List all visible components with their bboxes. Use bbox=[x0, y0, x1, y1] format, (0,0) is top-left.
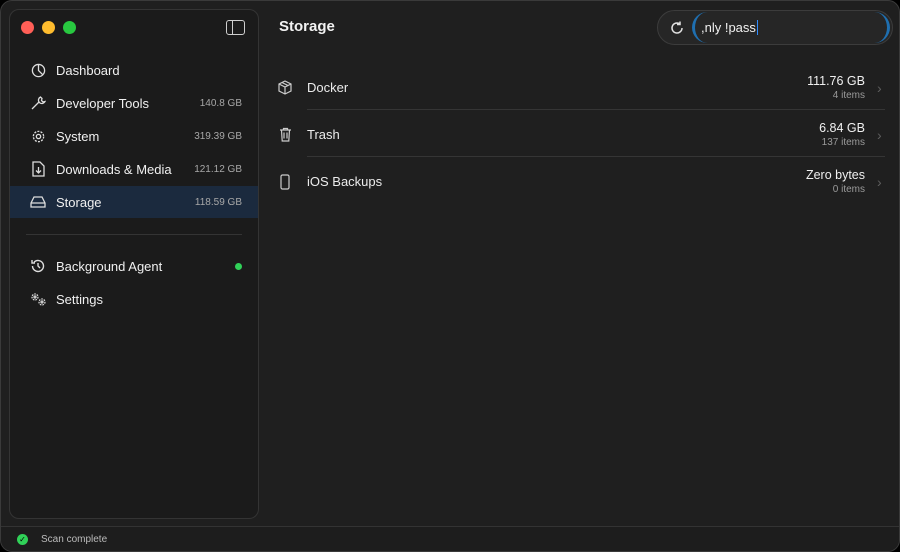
refresh-icon bbox=[671, 21, 683, 34]
hard-drive-icon bbox=[29, 193, 47, 211]
sidebar-item-label: Downloads & Media bbox=[56, 161, 172, 177]
text-caret bbox=[756, 20, 759, 35]
row-count: 0 items bbox=[832, 184, 865, 195]
row-count: 137 items bbox=[821, 137, 865, 148]
pie-chart-icon bbox=[29, 61, 47, 79]
minimize-button[interactable] bbox=[42, 21, 55, 34]
sidebar-divider bbox=[26, 234, 242, 235]
storage-row-trash[interactable]: Trash 6.84 GB 137 items › bbox=[277, 111, 885, 158]
gear-icon bbox=[29, 127, 47, 145]
row-size: 6.84 GB bbox=[819, 121, 865, 135]
sidebar-item-system[interactable]: System 319.39 GB bbox=[10, 120, 258, 152]
sidebar: Dashboard Developer Tools 140.8 GB Syste… bbox=[9, 9, 259, 519]
row-count: 4 items bbox=[832, 90, 865, 101]
row-divider bbox=[307, 109, 885, 110]
sidebar-item-label: Developer Tools bbox=[56, 95, 149, 111]
document-download-icon bbox=[29, 160, 47, 178]
sidebar-item-size: 118.59 GB bbox=[194, 196, 242, 208]
sidebar-item-size: 140.8 GB bbox=[199, 97, 242, 109]
row-divider bbox=[307, 156, 885, 157]
status-text: Scan complete bbox=[41, 533, 108, 545]
chevron-right-icon: › bbox=[877, 79, 882, 96]
checkmark-icon: ✓ bbox=[17, 533, 28, 545]
wrench-icon bbox=[29, 94, 47, 112]
storage-row-ios-backups[interactable]: iOS Backups Zero bytes 0 items › bbox=[277, 158, 885, 205]
sidebar-item-label: Dashboard bbox=[56, 62, 120, 78]
clock-history-icon bbox=[29, 257, 47, 275]
row-name: iOS Backups bbox=[307, 174, 383, 189]
box-icon bbox=[277, 80, 293, 95]
sidebar-item-downloads-media[interactable]: Downloads & Media 121.12 GB bbox=[10, 153, 258, 185]
sidebar-item-background-agent[interactable]: Background Agent bbox=[10, 250, 258, 282]
agent-status-dot bbox=[235, 262, 242, 270]
sidebar-item-size: 319.39 GB bbox=[194, 130, 242, 142]
sidebar-item-label: Background Agent bbox=[56, 258, 163, 274]
sidebar-item-size: 121.12 GB bbox=[194, 163, 242, 175]
refresh-button[interactable] bbox=[662, 20, 692, 36]
iphone-icon bbox=[277, 173, 293, 190]
row-size: Zero bytes bbox=[805, 168, 865, 182]
gears-icon bbox=[29, 290, 47, 308]
sidebar-item-developer-tools[interactable]: Developer Tools 140.8 GB bbox=[10, 87, 258, 119]
window-controls bbox=[21, 21, 76, 34]
storage-row-docker[interactable]: Docker 111.76 GB 4 items › bbox=[277, 64, 885, 111]
sidebar-item-dashboard[interactable]: Dashboard bbox=[10, 54, 258, 86]
sidebar-item-storage[interactable]: Storage 118.59 GB bbox=[10, 186, 258, 218]
row-name: Docker bbox=[307, 80, 349, 95]
sidebar-item-label: Settings bbox=[56, 291, 103, 307]
sidebar-item-label: Storage bbox=[56, 194, 102, 210]
status-bar: ✓ Scan complete bbox=[1, 526, 899, 551]
close-button[interactable] bbox=[21, 21, 34, 34]
chevron-right-icon: › bbox=[877, 126, 882, 143]
row-size: 111.76 GB bbox=[807, 74, 865, 88]
sidebar-item-settings[interactable]: Settings bbox=[10, 283, 258, 315]
search-input[interactable]: ,nly !pass bbox=[692, 12, 890, 43]
row-name: Trash bbox=[307, 127, 340, 142]
trash-icon bbox=[277, 127, 293, 142]
sidebar-toggle-icon[interactable] bbox=[226, 20, 245, 35]
app-window: Dashboard Developer Tools 140.8 GB Syste… bbox=[0, 0, 900, 552]
search-bar: ,nly !pass bbox=[657, 10, 893, 45]
search-input-value: ,nly !pass bbox=[701, 20, 756, 35]
page-title: Storage bbox=[279, 18, 335, 35]
zoom-button[interactable] bbox=[63, 21, 76, 34]
chevron-right-icon: › bbox=[877, 173, 882, 190]
sidebar-item-label: System bbox=[56, 128, 100, 144]
